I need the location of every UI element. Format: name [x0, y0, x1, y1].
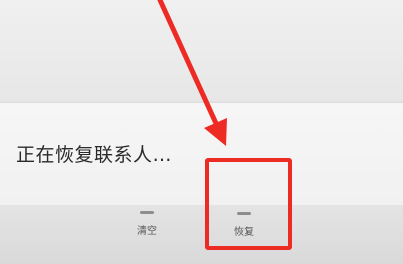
clear-button[interactable]: 清空	[117, 205, 177, 264]
background-area	[0, 0, 403, 103]
restore-icon	[237, 212, 251, 215]
restore-button[interactable]: 恢复	[214, 206, 274, 264]
clear-label: 清空	[137, 226, 157, 237]
phone-screen: 正在恢复联系人… 清空 恢复	[0, 0, 403, 264]
restore-label: 恢复	[234, 227, 254, 238]
clear-icon	[140, 211, 154, 214]
bottom-action-bar	[0, 205, 403, 264]
restore-status-text: 正在恢复联系人…	[16, 144, 173, 166]
